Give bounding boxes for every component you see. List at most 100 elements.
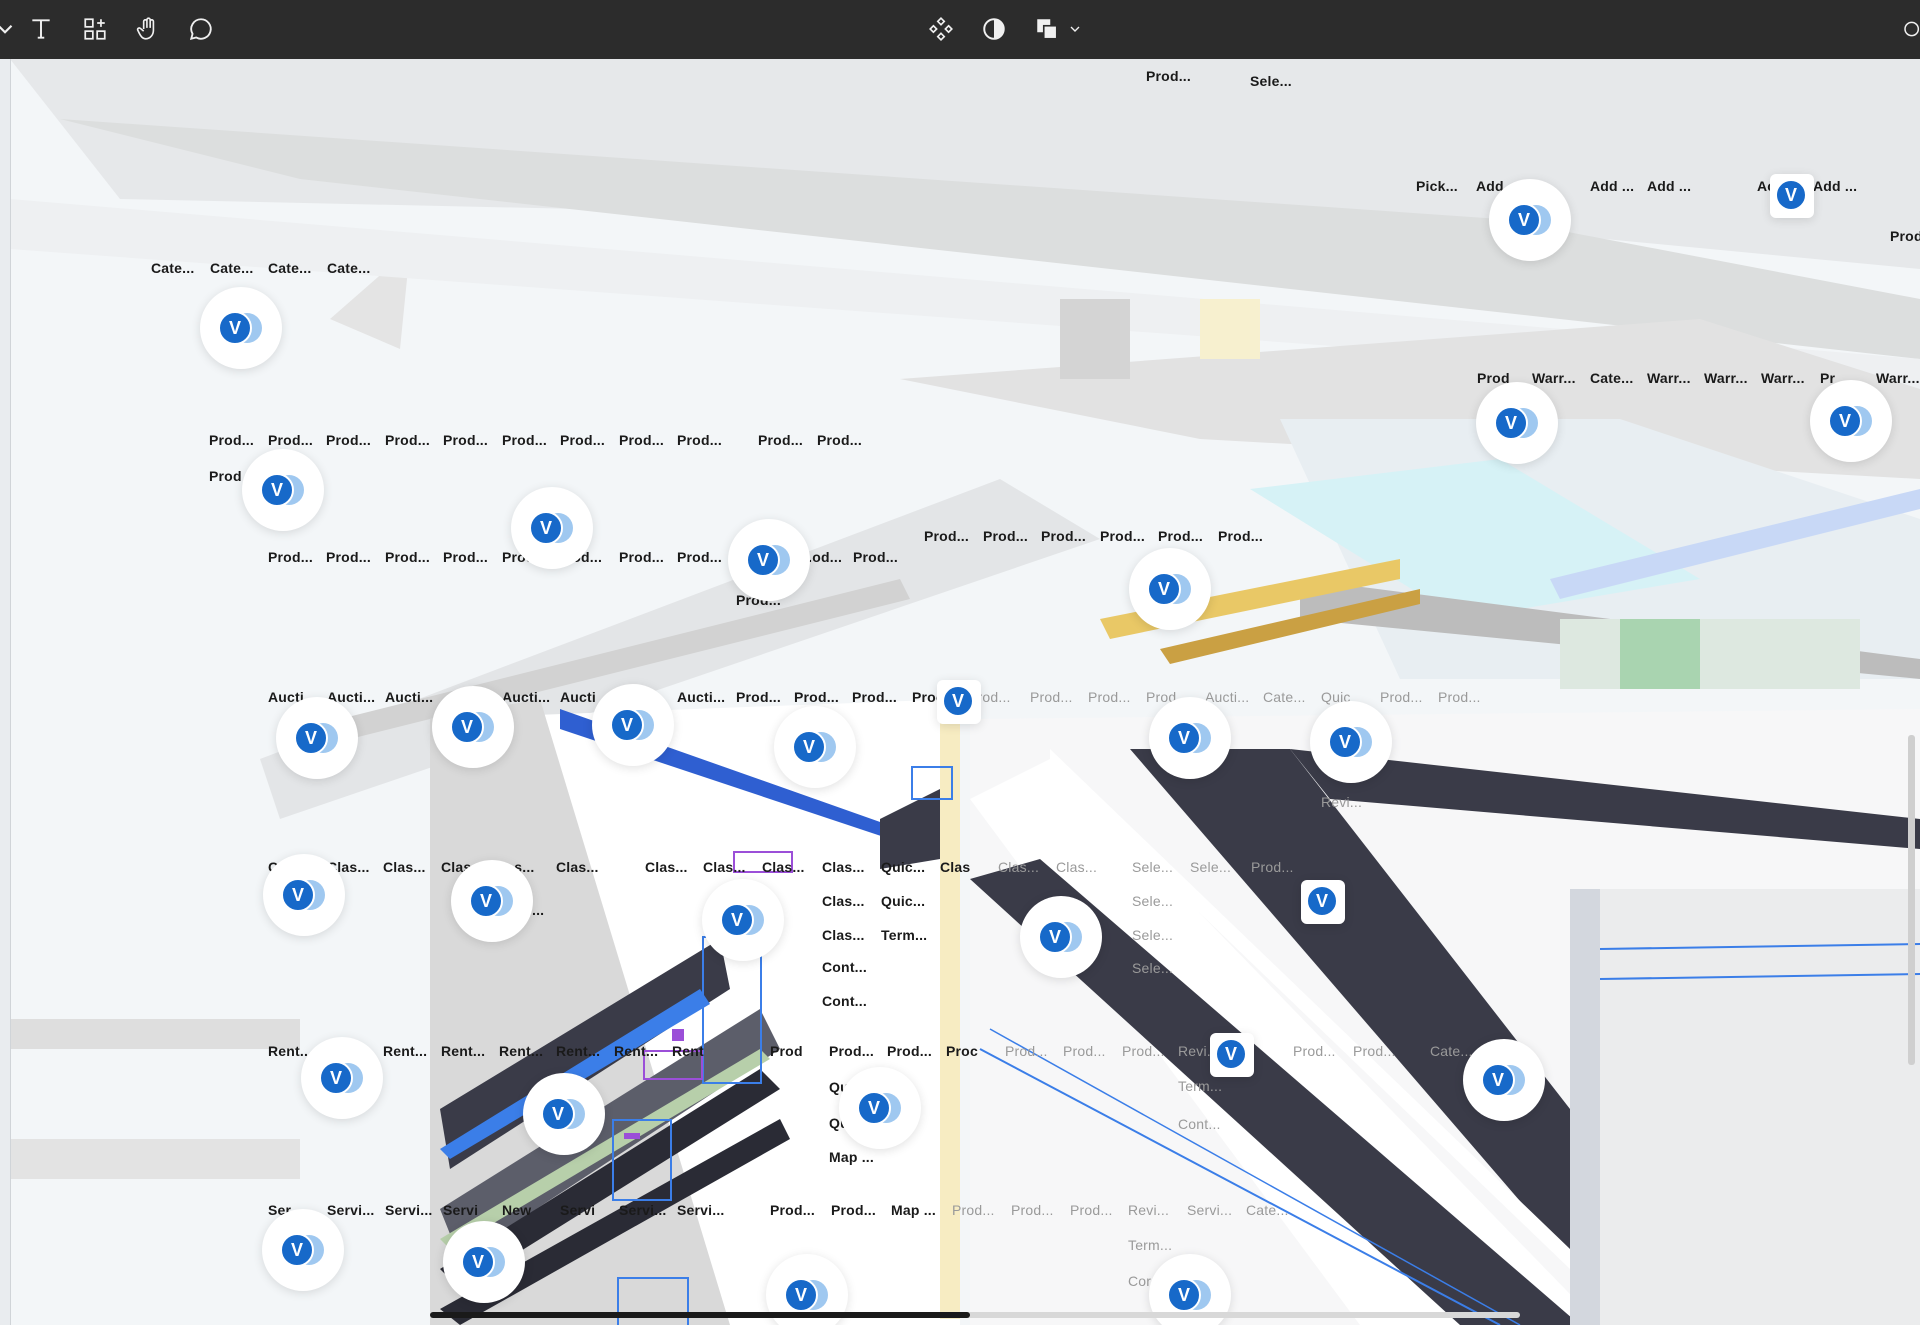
frame-label[interactable]: Prod... bbox=[1380, 689, 1423, 705]
frame-label[interactable]: Prod... bbox=[853, 549, 898, 565]
plugin-avatar-badge[interactable]: V bbox=[1463, 1039, 1545, 1121]
frame-label[interactable]: Add ... bbox=[1647, 178, 1691, 194]
frame-label[interactable]: Prod bbox=[209, 468, 242, 484]
frame-label[interactable]: Revi... bbox=[1128, 1202, 1169, 1218]
frame-label[interactable]: Rent... bbox=[499, 1043, 543, 1059]
frame-label[interactable]: Prod... bbox=[443, 549, 488, 565]
frame-label[interactable]: Clas... bbox=[703, 859, 746, 875]
frame-label[interactable]: Prod... bbox=[619, 549, 664, 565]
frame-label[interactable]: Rent... bbox=[441, 1043, 485, 1059]
frame-label[interactable]: Clas... bbox=[762, 859, 805, 875]
plugin-avatar-badge[interactable]: V bbox=[1810, 380, 1892, 462]
frame-label[interactable]: Sele... bbox=[1132, 927, 1173, 943]
frame-label[interactable]: Servi... bbox=[1187, 1202, 1232, 1218]
plugin-avatar-badge[interactable]: V bbox=[1129, 548, 1211, 630]
plugin-avatar-badge[interactable]: V bbox=[511, 487, 593, 569]
frame-label[interactable]: Prod... bbox=[677, 549, 722, 565]
frame-label[interactable]: Rent bbox=[672, 1043, 704, 1059]
frame-label[interactable]: Cate... bbox=[1590, 370, 1633, 386]
frame-label[interactable]: Cate... bbox=[1246, 1202, 1289, 1218]
plugin-avatar-badge[interactable]: V bbox=[1020, 896, 1102, 978]
frame-label[interactable]: Sele... bbox=[1132, 893, 1173, 909]
plugin-avatar-badge[interactable]: V bbox=[592, 684, 674, 766]
horizontal-scrollbar-thumb[interactable] bbox=[430, 1312, 970, 1318]
frame-label[interactable]: Clas... bbox=[556, 859, 599, 875]
plugin-avatar-badge[interactable]: V bbox=[451, 860, 533, 942]
frame-label[interactable]: Rent... bbox=[383, 1043, 427, 1059]
frame-label[interactable]: Prod... bbox=[736, 689, 781, 705]
frame-label[interactable]: Prod bbox=[770, 1043, 803, 1059]
plugin-avatar-badge[interactable]: V bbox=[1301, 880, 1345, 924]
frame-label[interactable]: Servi... bbox=[385, 1202, 433, 1218]
frame-label[interactable]: Cate... bbox=[1263, 689, 1306, 705]
frame-label[interactable]: Prod... bbox=[852, 689, 897, 705]
frame-label[interactable]: Clas... bbox=[383, 859, 426, 875]
frame-label[interactable]: Cate... bbox=[210, 260, 253, 276]
vertical-scrollbar[interactable] bbox=[1908, 735, 1915, 1065]
frame-label[interactable]: Prod... bbox=[1088, 689, 1131, 705]
frame-label[interactable]: Prod... bbox=[677, 432, 722, 448]
frame-label[interactable]: Prod... bbox=[1063, 1043, 1106, 1059]
frame-label[interactable]: Prod... bbox=[1438, 689, 1481, 705]
frame-label[interactable]: Clas... bbox=[645, 859, 688, 875]
frame-label[interactable]: Proc bbox=[946, 1043, 978, 1059]
frame-label[interactable]: Add ... bbox=[1813, 178, 1857, 194]
frame-label[interactable]: Warr... bbox=[1704, 370, 1748, 386]
components-tool-icon[interactable] bbox=[76, 10, 114, 48]
plugin-avatar-badge[interactable]: V bbox=[523, 1073, 605, 1155]
frame-label[interactable]: Prod... bbox=[1100, 528, 1145, 544]
frame-label[interactable]: Cont... bbox=[822, 993, 867, 1009]
frame-label[interactable]: Cor bbox=[1128, 1273, 1151, 1289]
plugin-avatar-badge[interactable]: V bbox=[937, 680, 981, 724]
contrast-icon[interactable] bbox=[975, 10, 1013, 48]
frame-label[interactable]: Clas... bbox=[822, 927, 865, 943]
frame-label[interactable]: Prod... bbox=[1122, 1043, 1165, 1059]
plugin-avatar-badge[interactable]: V bbox=[774, 706, 856, 788]
plugin-avatar-badge[interactable]: V bbox=[432, 686, 514, 768]
frame-label[interactable]: Prod... bbox=[1353, 1043, 1396, 1059]
frame-label[interactable]: Term... bbox=[1178, 1078, 1222, 1094]
frame-label[interactable]: Prod... bbox=[952, 1202, 995, 1218]
frame-label[interactable]: Add ... bbox=[1590, 178, 1634, 194]
frame-label[interactable]: Aucti bbox=[560, 689, 596, 705]
frame-label[interactable]: Clas... bbox=[998, 859, 1039, 875]
frame-label[interactable]: Prod... bbox=[268, 432, 313, 448]
frame-label[interactable]: Prod... bbox=[268, 549, 313, 565]
frame-label[interactable]: Cate... bbox=[268, 260, 311, 276]
frame-label[interactable]: New bbox=[502, 1202, 531, 1218]
frame-label[interactable]: Quic... bbox=[881, 859, 925, 875]
frame-label[interactable]: Map ... bbox=[891, 1202, 936, 1218]
frame-label[interactable]: Servi... bbox=[327, 1202, 375, 1218]
horizontal-scrollbar[interactable] bbox=[430, 1312, 1520, 1318]
frame-label[interactable]: Prod... bbox=[1070, 1202, 1113, 1218]
frame-label[interactable]: Aucti... bbox=[502, 689, 550, 705]
frame-label[interactable]: Prod... bbox=[443, 432, 488, 448]
frame-label[interactable]: Servi... bbox=[619, 1202, 667, 1218]
frame-label[interactable]: Prod... bbox=[887, 1043, 932, 1059]
plugin-avatar-badge[interactable]: V bbox=[839, 1067, 921, 1149]
frame-label[interactable]: Warr... bbox=[1647, 370, 1691, 386]
plugin-avatar-badge[interactable]: V bbox=[1310, 701, 1392, 783]
frame-label[interactable]: Prod... bbox=[619, 432, 664, 448]
frame-label[interactable]: Prod... bbox=[1041, 528, 1086, 544]
frame-label[interactable]: Prod... bbox=[924, 528, 969, 544]
frame-label[interactable]: Clas... bbox=[1056, 859, 1097, 875]
frame-label[interactable]: Cate... bbox=[151, 260, 194, 276]
frame-label[interactable]: Sele... bbox=[1132, 859, 1173, 875]
frame-label[interactable]: Servi bbox=[560, 1202, 595, 1218]
component-icon[interactable] bbox=[922, 10, 960, 48]
frame-label[interactable]: Warr... bbox=[1761, 370, 1805, 386]
plugin-avatar-badge[interactable]: V bbox=[242, 449, 324, 531]
plugin-avatar-badge[interactable]: V bbox=[1210, 1033, 1254, 1077]
plugin-avatar-badge[interactable]: V bbox=[263, 854, 345, 936]
plugin-avatar-badge[interactable]: V bbox=[1149, 697, 1231, 779]
frame-label[interactable]: Aucti... bbox=[385, 689, 433, 705]
frame-label[interactable]: Prod... bbox=[1146, 68, 1191, 84]
frame-label[interactable]: Servi bbox=[443, 1202, 478, 1218]
design-canvas[interactable]: Prod...Sele...Pick...Add...Add ...Add ..… bbox=[0, 59, 1920, 1325]
frame-label[interactable]: Prod... bbox=[770, 1202, 815, 1218]
frame-label[interactable]: Prod... bbox=[560, 432, 605, 448]
frame-label[interactable]: Prod... bbox=[502, 432, 547, 448]
frame-label[interactable]: Revi... bbox=[1321, 794, 1362, 810]
frame-label[interactable]: Clas... bbox=[822, 893, 865, 909]
